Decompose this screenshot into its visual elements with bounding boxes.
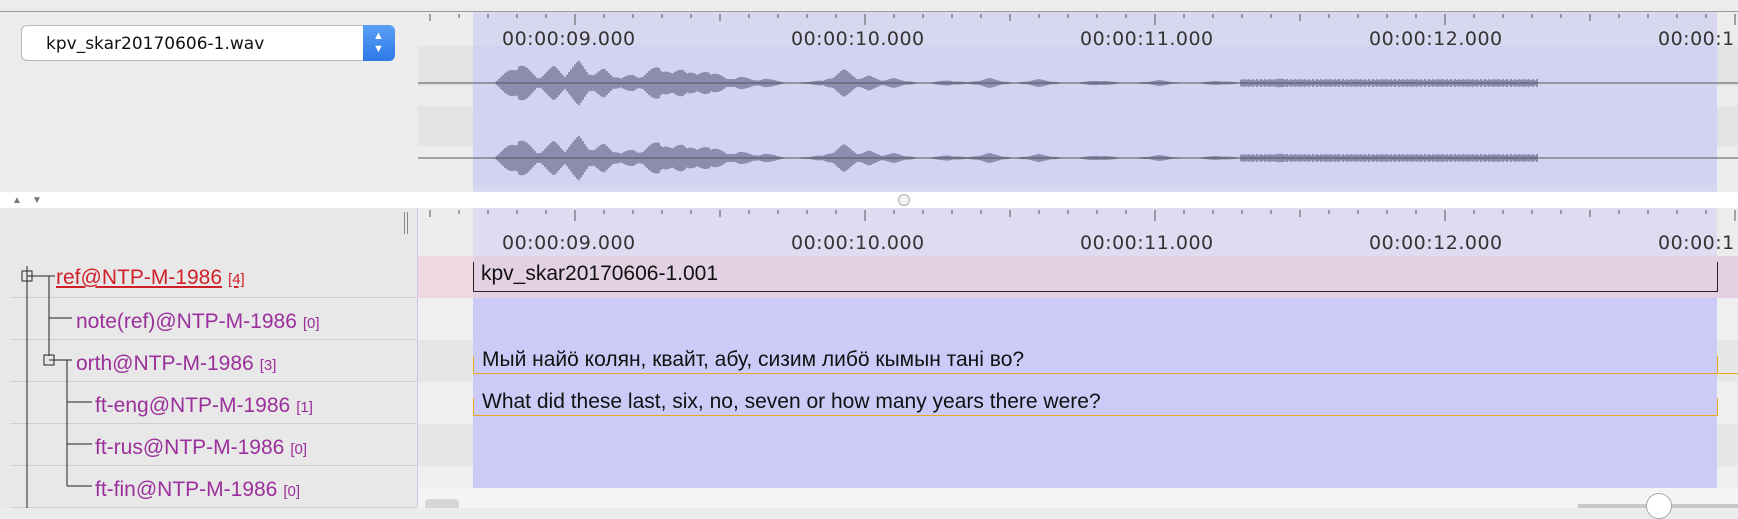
tier-label-ref[interactable]: ref@NTP-M-1986 [4] xyxy=(56,266,245,290)
tier-tree-lines xyxy=(21,266,92,508)
tier-name: ft-eng@NTP-M-1986 xyxy=(95,394,291,417)
tier-label-ft-eng[interactable]: ft-eng@NTP-M-1986 [1] xyxy=(95,394,313,418)
tier-count: [0] xyxy=(302,315,320,332)
ruler-tick-label: 00:00:11.000 xyxy=(1080,28,1214,50)
timeline-tick-label: 00:00:11.000 xyxy=(1080,232,1214,254)
media-file-select-value: kpv_skar20170606-1.wav xyxy=(46,34,265,54)
scrollbar-thumb[interactable] xyxy=(425,499,459,508)
annotation-ft-eng-text: What did these last, six, no, seven or h… xyxy=(482,390,1101,413)
select-stepper-icon[interactable]: ▲ ▼ xyxy=(363,25,395,61)
tier-name: ft-rus@NTP-M-1986 xyxy=(95,436,285,459)
tier-count: [3] xyxy=(259,357,277,374)
tier-track-ref-margin xyxy=(418,256,473,298)
collapse-up-icon[interactable]: ▲ xyxy=(12,195,22,206)
panel-splitter[interactable] xyxy=(0,192,1738,208)
tier-name: note(ref)@NTP-M-1986 xyxy=(76,310,297,333)
tier-count: [0] xyxy=(290,441,308,458)
timeline-tick-label: 00:00:09.000 xyxy=(502,232,636,254)
annotation-orth-next[interactable] xyxy=(1717,356,1738,374)
tier-label-ft-fin[interactable]: ft-fin@NTP-M-1986 [0] xyxy=(95,478,300,502)
ruler-tick-label: 00:00:09.000 xyxy=(502,28,636,50)
timeline-tick-label: 00:00:10.000 xyxy=(791,232,925,254)
collapse-down-icon[interactable]: ▼ xyxy=(32,195,42,206)
splitter-handle-icon[interactable] xyxy=(898,194,910,206)
zoom-slider-knob[interactable] xyxy=(1646,493,1672,519)
timeline-tick-label: 00:00:12.000 xyxy=(1369,232,1503,254)
tier-name: ref@NTP-M-1986 xyxy=(56,266,223,289)
annotation-ref-text: kpv_skar20170606-1.001 xyxy=(481,262,719,285)
horizontal-scrollbar[interactable] xyxy=(418,488,1738,508)
tier-name: orth@NTP-M-1986 xyxy=(76,352,254,375)
ruler-tick-label: 00:00:12.000 xyxy=(1369,28,1503,50)
tier-label-orth[interactable]: orth@NTP-M-1986 [3] xyxy=(76,352,276,376)
tier-label-ft-rus[interactable]: ft-rus@NTP-M-1986 [0] xyxy=(95,436,307,460)
tier-label-note[interactable]: note(ref)@NTP-M-1986 [0] xyxy=(76,310,320,334)
ruler-tick-label: 00:00:1 xyxy=(1658,28,1735,50)
media-file-select[interactable]: kpv_skar20170606-1.wav ▲ ▼ xyxy=(21,25,395,61)
resize-handle-icon[interactable] xyxy=(404,212,408,234)
tier-count: [4] xyxy=(228,271,245,288)
tier-count: [1] xyxy=(296,399,313,416)
tier-count: [0] xyxy=(283,483,301,500)
tier-name: ft-fin@NTP-M-1986 xyxy=(95,478,278,501)
annotation-orth-text: Мый найӧ колян, квайт, абу, сизим либӧ к… xyxy=(482,348,1025,371)
timeline-tick-label: 00:00:1 xyxy=(1658,232,1735,254)
ruler-tick-label: 00:00:10.000 xyxy=(791,28,925,50)
